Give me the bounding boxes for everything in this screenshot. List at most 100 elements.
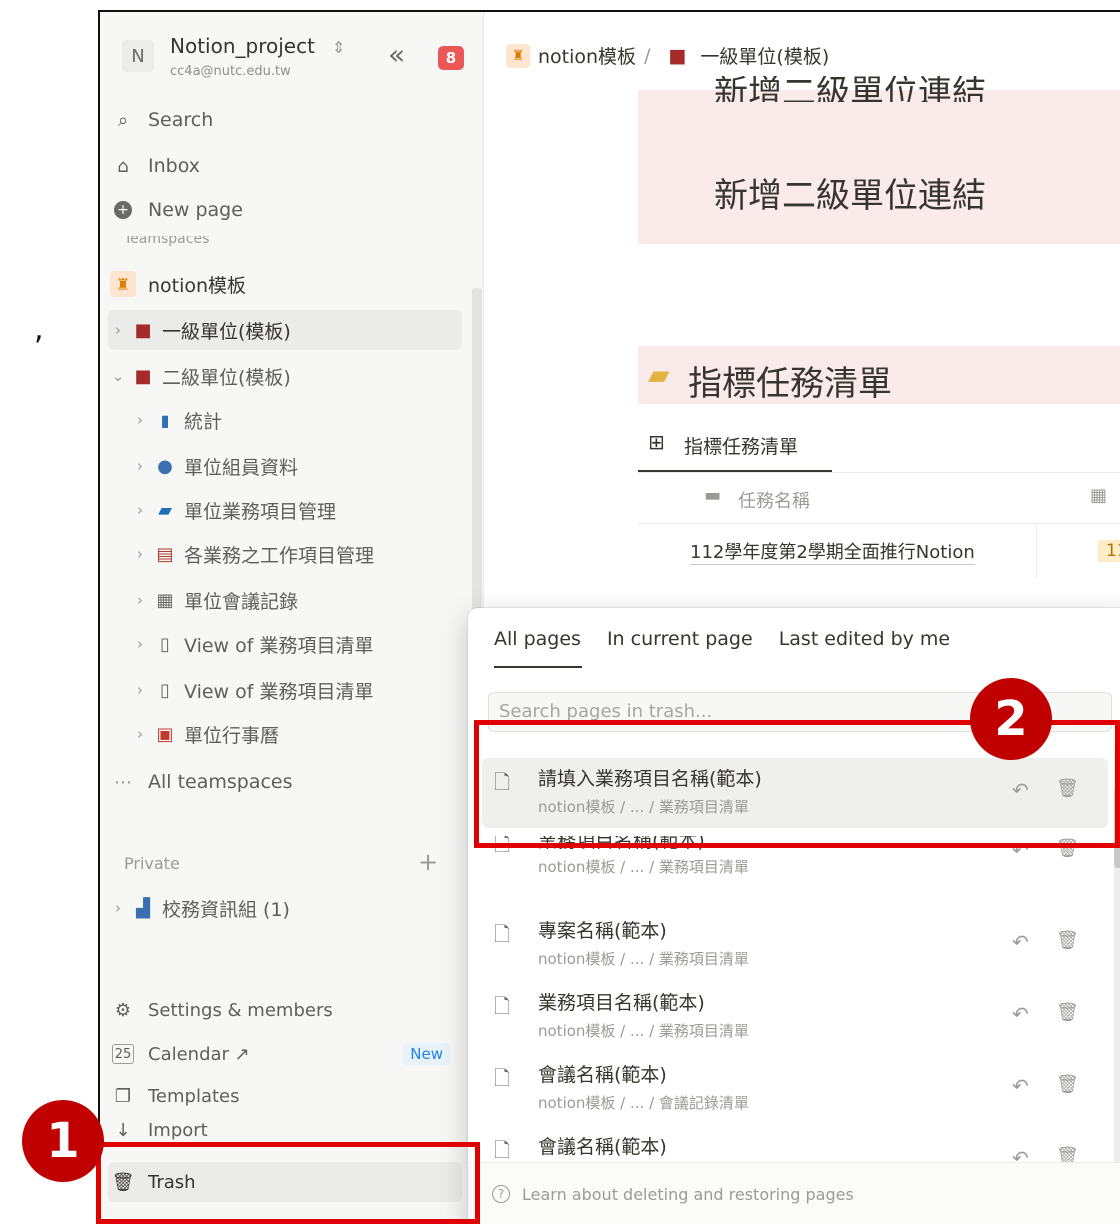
- breadcrumb-item[interactable]: 一級單位(模板): [700, 42, 829, 69]
- breadcrumb-item[interactable]: notion模板: [538, 42, 636, 69]
- templates-icon: ❐: [114, 1085, 132, 1107]
- clipboard-icon: ▤: [156, 543, 174, 565]
- sidebar-item-label: notion模板: [148, 274, 247, 297]
- restore-icon[interactable]: ↶: [1012, 1002, 1029, 1026]
- sidebar-item-label: 二級單位(模板): [162, 366, 291, 389]
- trash-delete-icon[interactable]: 🗑: [1056, 1002, 1079, 1023]
- table-header-row: ▬ 任務名稱 ▦: [638, 472, 1120, 524]
- sidebar-item-level1-unit[interactable]: › ■ 一級單位(模板): [108, 310, 462, 350]
- sidebar-templates-label: Templates: [148, 1085, 240, 1107]
- sidebar-search[interactable]: ⌕ Search: [108, 100, 462, 140]
- sidebar-item-label: 單位業務項目管理: [184, 500, 337, 523]
- breadcrumb: ♜ notion模板 / ■ 一級單位(模板): [506, 42, 829, 69]
- tab-last-edited[interactable]: Last edited by me: [779, 628, 950, 650]
- page-icon: 🗋: [494, 922, 511, 946]
- sidebar-import[interactable]: ↓ Import: [108, 1120, 462, 1140]
- restore-icon[interactable]: ↶: [1012, 930, 1029, 954]
- section-heading: 指標任務清單: [688, 364, 892, 404]
- folder-icon: ▰: [158, 499, 172, 521]
- trash-list-item[interactable]: 🗋 專案名稱(範本) notion模板 / ... / 業務項目清單 ↶ 🗑: [482, 910, 1108, 980]
- trash-list-item[interactable]: 🗋 會議名稱(範本) notion模板 / ... / 會議記錄清單 ↶ 🗑: [482, 1054, 1108, 1124]
- sidebar-item-meeting-records[interactable]: › ▦ 單位會議記錄: [130, 580, 462, 620]
- db-view-tab[interactable]: ⊞ 指標任務清單: [638, 424, 832, 472]
- chevron-down-icon[interactable]: ⌄: [108, 367, 128, 385]
- trash-list-item[interactable]: 🗋 業務項目名稱(範本) notion模板 / ... / 業務項目清單 ↶ 🗑: [482, 982, 1108, 1052]
- section-heading-block: ▰ 指標任務清單: [638, 346, 1120, 404]
- chart-icon: ▮: [160, 410, 170, 430]
- workspace-avatar: N: [122, 40, 154, 72]
- workspace-switcher[interactable]: N Notion_project cc4a@nutc.edu.tw ⇕: [122, 34, 362, 84]
- sidebar-new-page[interactable]: + New page: [108, 190, 462, 230]
- chevron-right-icon[interactable]: ›: [130, 411, 150, 429]
- briefcase-icon: ■: [668, 44, 687, 67]
- chevron-right-icon[interactable]: ›: [130, 635, 150, 653]
- sidebar-inbox-label: Inbox: [148, 155, 200, 177]
- trash-item-path: notion模板 / ... / 業務項目清單: [538, 950, 749, 968]
- add-private-icon[interactable]: +: [418, 848, 438, 876]
- help-icon: ?: [492, 1185, 510, 1203]
- breadcrumb-separator: /: [644, 44, 651, 67]
- collapse-sidebar-icon[interactable]: «: [388, 38, 405, 71]
- sidebar-item-work-items[interactable]: › ▤ 各業務之工作項目管理: [130, 534, 462, 574]
- chevron-right-icon[interactable]: ›: [130, 591, 150, 609]
- page-icon: 🗋: [494, 1066, 511, 1090]
- date-cell[interactable]: 11: [1098, 540, 1120, 562]
- sidebar-item-private-group[interactable]: › ▟ 校務資訊組 (1): [108, 888, 462, 928]
- sidebar-settings-label: Settings & members: [148, 999, 333, 1021]
- tab-all-pages[interactable]: All pages: [494, 628, 581, 650]
- sidebar-new-page-label: New page: [148, 199, 243, 221]
- trash-item-title: 專案名稱(範本): [538, 920, 667, 942]
- chevron-right-icon[interactable]: ›: [130, 725, 150, 743]
- sidebar-settings[interactable]: ⚙ Settings & members: [108, 990, 462, 1030]
- sidebar-item-view-list-1[interactable]: › ▯ View of 業務項目清單: [130, 624, 462, 664]
- chevron-right-icon[interactable]: ›: [108, 899, 128, 917]
- sidebar: N Notion_project cc4a@nutc.edu.tw ⇕ « 8 …: [100, 12, 484, 1224]
- task-name-cell[interactable]: 112學年度第2學期全面推行Notion: [690, 538, 975, 565]
- trash-delete-icon[interactable]: 🗑: [1056, 930, 1079, 951]
- sidebar-item-level2-unit[interactable]: ⌄ ■ 二級單位(模板): [108, 356, 462, 396]
- chevron-right-icon[interactable]: ›: [130, 501, 150, 519]
- table-icon: ⊞: [648, 430, 665, 454]
- trash-list-item[interactable]: 🗋 會議名稱(範本) ↶ 🗑: [482, 1126, 1108, 1162]
- sidebar-item-label: 統計: [184, 410, 223, 433]
- notification-badge[interactable]: 8: [438, 46, 464, 70]
- trash-footer[interactable]: ? Learn about deleting and restoring pag…: [468, 1162, 1120, 1224]
- subunit-link[interactable]: 新增二級單位連結: [714, 168, 986, 217]
- sidebar-item-unit-calendar[interactable]: › ▣ 單位行事曆: [130, 714, 462, 754]
- chevron-right-icon[interactable]: ›: [130, 545, 150, 563]
- gear-icon: ⚙: [114, 999, 132, 1021]
- column-header[interactable]: 任務名稱: [738, 487, 810, 513]
- inbox-icon: ⌂: [117, 155, 129, 177]
- sidebar-calendar-label: Calendar ↗: [148, 1043, 250, 1065]
- chevron-right-icon[interactable]: ›: [108, 321, 128, 339]
- sidebar-item-members[interactable]: › ● 單位組員資料: [130, 446, 462, 486]
- table-row[interactable]: 112學年度第2學期全面推行Notion 11: [638, 524, 1120, 578]
- sidebar-inbox[interactable]: ⌂ Inbox: [108, 146, 462, 186]
- restore-icon[interactable]: ↶: [1012, 1146, 1029, 1162]
- sidebar-templates[interactable]: ❐ Templates: [108, 1076, 462, 1116]
- sidebar-item-business-mgmt[interactable]: › ▰ 單位業務項目管理: [130, 490, 462, 530]
- sidebar-item-label: 一級單位(模板): [162, 320, 291, 343]
- chevron-right-icon[interactable]: ›: [130, 681, 150, 699]
- trash-delete-icon[interactable]: 🗑: [1056, 1074, 1079, 1095]
- restore-icon[interactable]: ↶: [1012, 1074, 1029, 1098]
- sidebar-all-teamspaces[interactable]: ⋯ All teamspaces: [108, 762, 462, 802]
- step-badge-2: 2: [970, 678, 1052, 760]
- tab-in-current-page[interactable]: In current page: [607, 628, 753, 650]
- chevron-right-icon[interactable]: ›: [130, 457, 150, 475]
- sidebar-item-notion-template[interactable]: ♜ notion模板: [108, 264, 462, 304]
- subunit-link-partial[interactable]: 新增二級單位連結: [714, 76, 986, 102]
- building-icon: ▟: [136, 897, 150, 919]
- home-icon: ♜: [108, 271, 138, 297]
- sidebar-item-view-list-2[interactable]: › ▯ View of 業務項目清單: [130, 670, 462, 710]
- inbox-tray-icon: ▦: [156, 589, 174, 611]
- sidebar-calendar[interactable]: 25 Calendar ↗ New: [108, 1034, 462, 1074]
- home-icon: ♜: [506, 43, 530, 68]
- sidebar-item-stats[interactable]: › ▮ 統計: [130, 400, 462, 440]
- private-label: Private: [124, 854, 180, 873]
- sidebar-item-label: 單位會議記錄: [184, 590, 299, 613]
- db-view-label: 指標任務清單: [684, 436, 799, 458]
- stray-mark: ,: [34, 312, 44, 347]
- trash-help-link[interactable]: Learn about deleting and restoring pages: [522, 1185, 854, 1206]
- trash-delete-icon[interactable]: 🗑: [1056, 1146, 1079, 1162]
